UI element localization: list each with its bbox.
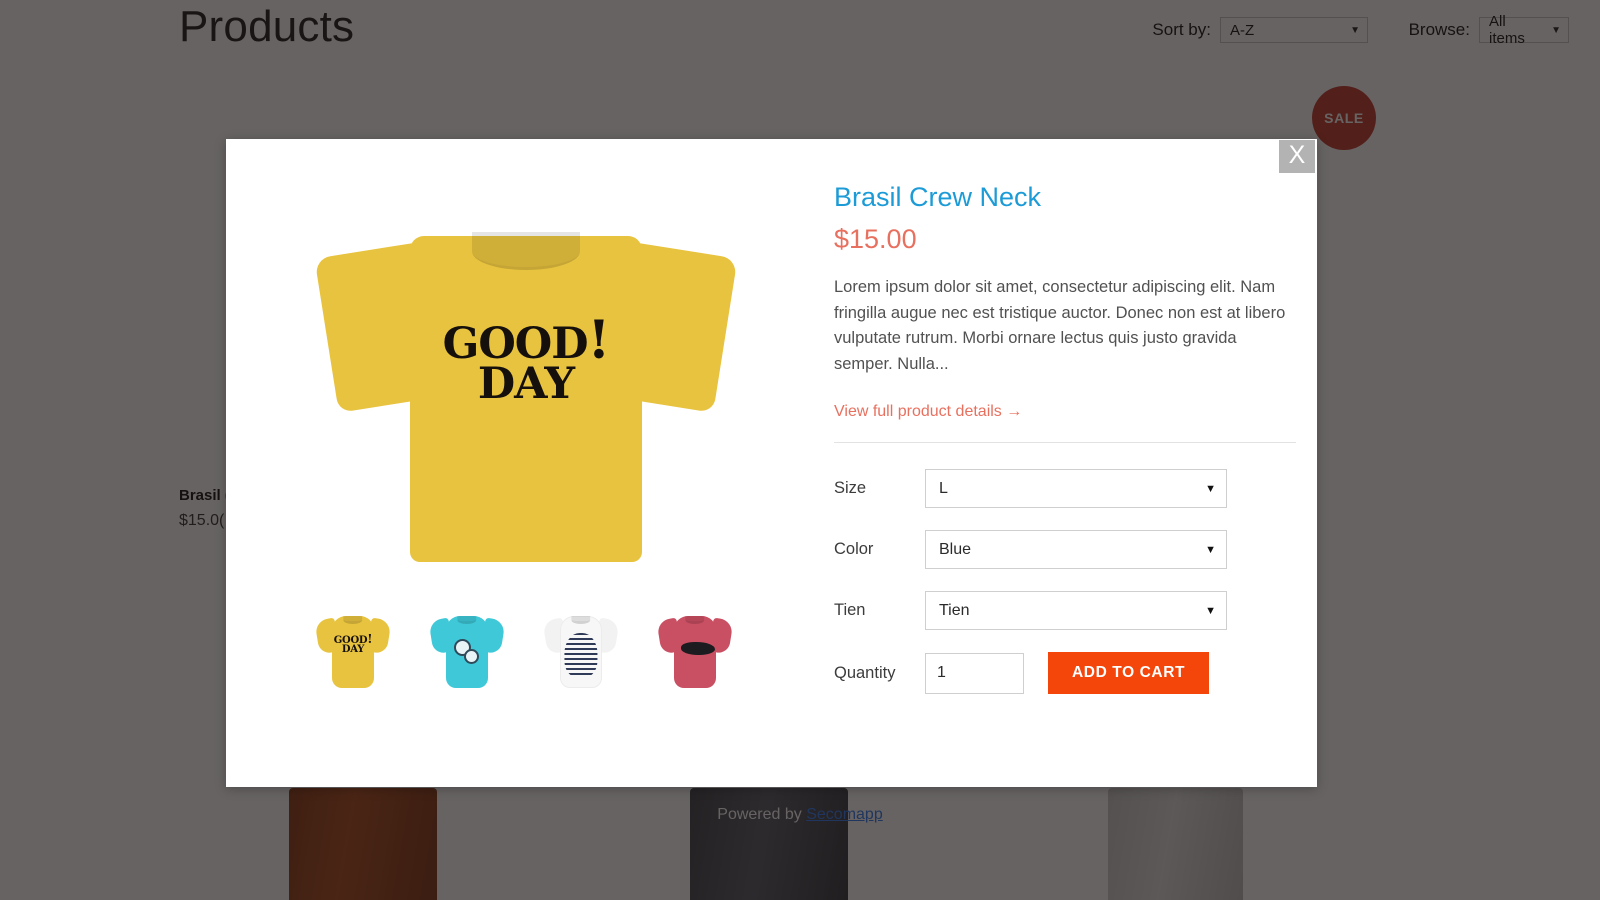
thumbnail-strip: GOOD! DAY [226, 615, 822, 689]
product-price: $15.00 [834, 224, 917, 254]
thumb-print-text: GOOD! DAY [333, 632, 373, 656]
tshirt-graphic: GOOD! DAY [314, 229, 738, 569]
add-to-cart-button[interactable]: ADD TO CART [1048, 652, 1210, 694]
hero-print-text: GOOD! DAY [414, 315, 638, 406]
graphic-blob-icon [680, 641, 715, 655]
chevron-down-icon: ▼ [1205, 543, 1216, 556]
print-bang: ! [587, 310, 611, 372]
size-select[interactable]: L ▼ [925, 469, 1227, 508]
thumbnail-yellow-good-day[interactable]: GOOD! DAY [314, 615, 392, 689]
option-row-size: Size L ▼ [834, 469, 1291, 508]
color-label: Color [834, 540, 874, 558]
print-line-2: DAY [341, 644, 365, 656]
color-select-value: Blue [939, 540, 972, 558]
quick-view-modal: GOOD! DAY GOOD! DAY Brasil Crew Neck $15… [226, 139, 1317, 787]
thumbnail-red-graphic[interactable] [656, 615, 734, 689]
thumbnail-white-graphic[interactable] [542, 615, 620, 689]
option-row-color: Color Blue ▼ [834, 530, 1291, 569]
quantity-input[interactable] [925, 652, 1024, 694]
color-select[interactable]: Blue ▼ [925, 530, 1227, 569]
product-info: Brasil Crew Neck $15.00 Lorem ipsum dolo… [822, 139, 1317, 787]
product-title: Brasil Crew Neck [834, 182, 1042, 212]
size-label: Size [834, 479, 867, 497]
print-bang: ! [367, 632, 373, 647]
tien-select-value: Tien [939, 601, 970, 619]
tien-label: Tien [834, 601, 866, 619]
divider [834, 442, 1296, 443]
page-root: Products Sort by: A-Z ▼ Browse: All item… [0, 0, 1600, 900]
quantity-label: Quantity [834, 663, 896, 682]
tien-select[interactable]: Tien ▼ [925, 591, 1227, 630]
size-select-value: L [939, 479, 948, 497]
graphic-lamp-icon [564, 632, 598, 678]
option-row-tien: Tien Tien ▼ [834, 591, 1291, 630]
view-full-details-link[interactable]: View full product details → [834, 403, 1022, 421]
chevron-down-icon: ▼ [1205, 604, 1216, 617]
thumbnail-turquoise-graphic[interactable] [428, 615, 506, 689]
chevron-down-icon: ▼ [1205, 482, 1216, 495]
product-description: Lorem ipsum dolor sit amet, consectetur … [834, 278, 1286, 373]
quantity-row: Quantity ADD TO CART [834, 652, 1291, 694]
hero-product-image[interactable]: GOOD! DAY [314, 229, 738, 569]
product-gallery: GOOD! DAY GOOD! DAY [226, 139, 822, 787]
close-icon[interactable]: X [1279, 140, 1315, 173]
